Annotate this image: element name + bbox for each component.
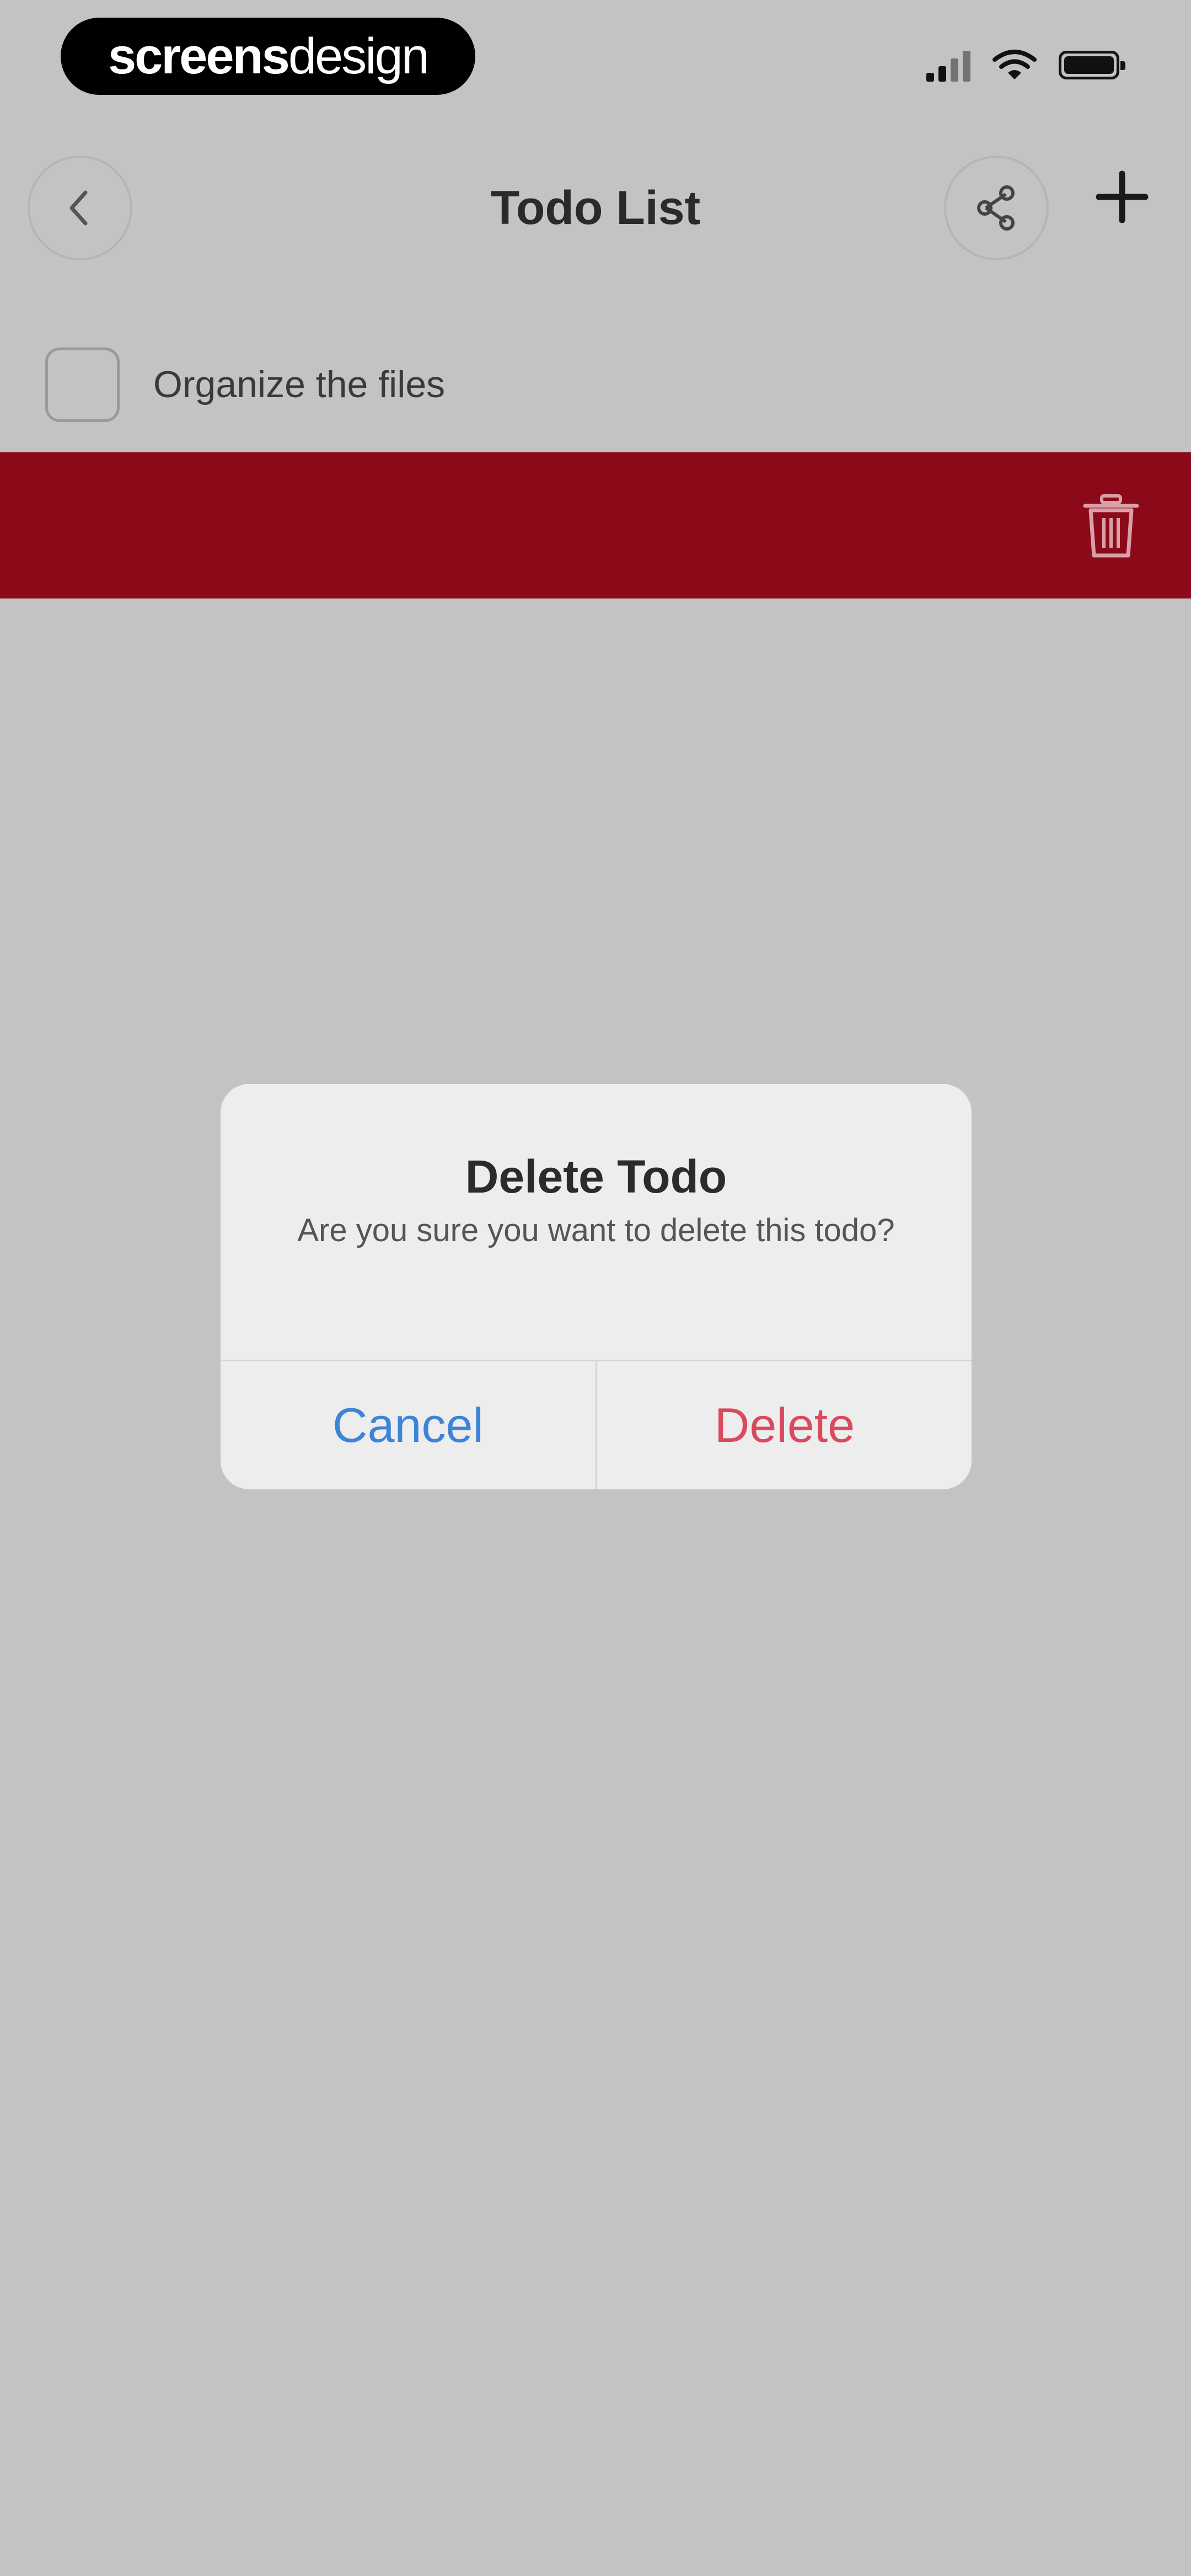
brand-logo: screens design — [61, 18, 475, 95]
todo-label: Organize the files — [153, 364, 446, 405]
plus-icon — [1096, 170, 1149, 223]
brand-logo-light: design — [288, 28, 430, 84]
delete-button[interactable]: Delete — [597, 1361, 972, 1489]
share-icon — [977, 185, 1015, 231]
nav-bar: Todo List — [0, 149, 1191, 270]
add-button[interactable] — [1086, 161, 1158, 233]
cancel-button[interactable]: Cancel — [221, 1361, 596, 1489]
todo-item[interactable]: Organize the files — [0, 331, 1191, 441]
status-icons — [926, 49, 1125, 82]
wifi-icon — [993, 50, 1037, 79]
battery-icon — [1059, 51, 1125, 79]
swipe-delete-action[interactable] — [0, 452, 1191, 598]
share-button[interactable] — [944, 156, 1049, 260]
alert-message: Are you sure you want to delete this tod… — [297, 1212, 895, 1248]
delete-alert-dialog: Delete Todo Are you sure you want to del… — [221, 1084, 972, 1489]
trash-icon[interactable] — [1081, 494, 1141, 560]
alert-title: Delete Todo — [465, 1151, 727, 1203]
status-bar: screens design — [0, 0, 1191, 127]
brand-logo-bold: screens — [108, 28, 290, 84]
todo-checkbox[interactable] — [45, 348, 120, 422]
signal-icon — [926, 49, 970, 82]
